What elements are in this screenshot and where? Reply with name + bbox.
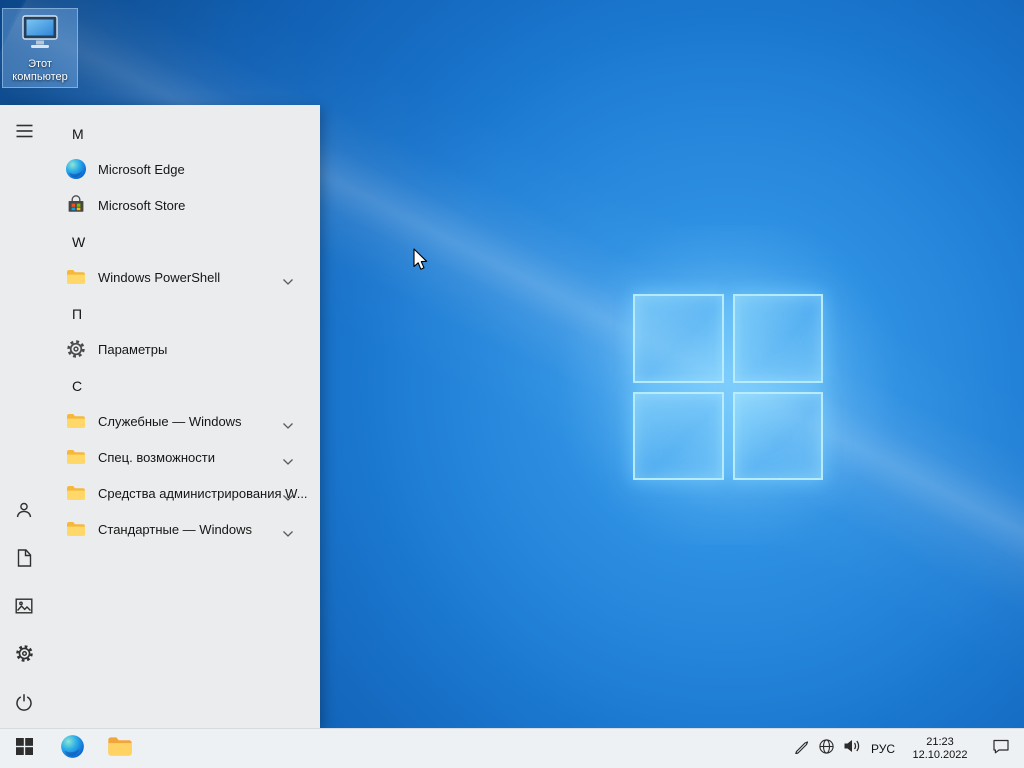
settings-button[interactable] xyxy=(0,632,48,680)
chevron-down-icon[interactable] xyxy=(282,489,294,507)
power-button[interactable] xyxy=(0,680,48,728)
speaker-icon xyxy=(843,738,861,759)
app-label: Microsoft Edge xyxy=(98,162,185,177)
start-menu: M Microsoft Edge xyxy=(0,105,320,728)
app-label: Параметры xyxy=(98,342,167,357)
chevron-down-icon[interactable] xyxy=(282,273,294,291)
folder-icon xyxy=(64,413,88,429)
volume-button[interactable] xyxy=(839,729,864,768)
windows-logo-pane xyxy=(633,392,724,481)
taskbar-clock[interactable]: 21:23 12.10.2022 xyxy=(902,729,978,768)
app-label: Windows PowerShell xyxy=(98,270,220,285)
start-app-microsoft-edge[interactable]: Microsoft Edge xyxy=(48,151,310,187)
pen-workspace-button[interactable] xyxy=(789,729,814,768)
start-button[interactable] xyxy=(0,729,48,768)
action-center-button[interactable] xyxy=(978,729,1024,768)
clock-date: 12.10.2022 xyxy=(912,749,967,762)
start-section-header-s[interactable]: С xyxy=(48,369,310,403)
pen-icon xyxy=(794,738,810,759)
gear-icon xyxy=(64,339,88,359)
windows-logo-wallpaper xyxy=(633,294,823,480)
pictures-button[interactable] xyxy=(0,584,48,632)
notification-bubble-icon xyxy=(992,738,1010,760)
app-label: Стандартные — Windows xyxy=(98,522,252,537)
clock-time: 21:23 xyxy=(926,736,954,749)
taskbar-file-explorer-button[interactable] xyxy=(96,729,144,768)
this-pc-icon xyxy=(20,14,60,55)
desktop-icon-label: Этот компьютер xyxy=(5,58,75,84)
section-letter: С xyxy=(72,378,82,394)
start-section-header-m[interactable]: M xyxy=(48,117,310,151)
file-explorer-icon xyxy=(107,736,133,762)
folder-icon xyxy=(64,269,88,285)
start-section-header-p[interactable]: П xyxy=(48,297,310,331)
pictures-icon xyxy=(15,598,33,619)
store-icon xyxy=(64,195,88,215)
edge-icon xyxy=(60,734,85,764)
app-label: Служебные — Windows xyxy=(98,414,242,429)
section-letter: П xyxy=(72,306,82,322)
globe-icon xyxy=(818,738,835,760)
gear-icon xyxy=(15,644,34,668)
chevron-down-icon[interactable] xyxy=(282,525,294,543)
start-section-header-w[interactable]: W xyxy=(48,225,310,259)
expand-menu-button[interactable] xyxy=(0,109,48,157)
app-label: Спец. возможности xyxy=(98,450,215,465)
desktop-icon-this-pc[interactable]: Этот компьютер xyxy=(2,8,78,88)
windows-logo-icon xyxy=(16,738,33,760)
start-app-settings[interactable]: Параметры xyxy=(48,331,310,367)
network-button[interactable] xyxy=(814,729,839,768)
app-label: Средства администрирования W... xyxy=(98,486,308,501)
windows-logo-pane xyxy=(733,392,824,481)
folder-icon xyxy=(64,449,88,465)
taskbar: РУС 21:23 12.10.2022 xyxy=(0,728,1024,768)
start-folder-windows-system[interactable]: Служебные — Windows xyxy=(48,403,310,439)
document-icon xyxy=(16,549,32,572)
hamburger-icon xyxy=(16,124,33,143)
chevron-down-icon[interactable] xyxy=(282,417,294,435)
folder-icon xyxy=(64,521,88,537)
user-icon xyxy=(15,501,33,524)
section-letter: W xyxy=(72,234,85,250)
taskbar-edge-button[interactable] xyxy=(48,729,96,768)
folder-icon xyxy=(64,485,88,501)
language-indicator[interactable]: РУС xyxy=(864,729,902,768)
start-folder-accessibility[interactable]: Спец. возможности xyxy=(48,439,310,475)
start-app-list: M Microsoft Edge xyxy=(48,115,310,547)
chevron-down-icon[interactable] xyxy=(282,453,294,471)
system-tray: РУС 21:23 12.10.2022 xyxy=(789,729,1024,768)
start-folder-admin-tools[interactable]: Средства администрирования W... xyxy=(48,475,310,511)
documents-button[interactable] xyxy=(0,536,48,584)
edge-icon xyxy=(64,158,88,180)
section-letter: M xyxy=(72,126,84,142)
screen: Этот компьютер xyxy=(0,0,1024,768)
start-menu-rail xyxy=(0,105,48,728)
start-folder-windows-powershell[interactable]: Windows PowerShell xyxy=(48,259,310,295)
start-app-microsoft-store[interactable]: Microsoft Store xyxy=(48,187,310,223)
power-icon xyxy=(15,693,33,716)
app-label: Microsoft Store xyxy=(98,198,185,213)
user-button[interactable] xyxy=(0,488,48,536)
windows-logo-pane xyxy=(633,294,724,383)
windows-logo-pane xyxy=(733,294,824,383)
start-folder-accessories[interactable]: Стандартные — Windows xyxy=(48,511,310,547)
